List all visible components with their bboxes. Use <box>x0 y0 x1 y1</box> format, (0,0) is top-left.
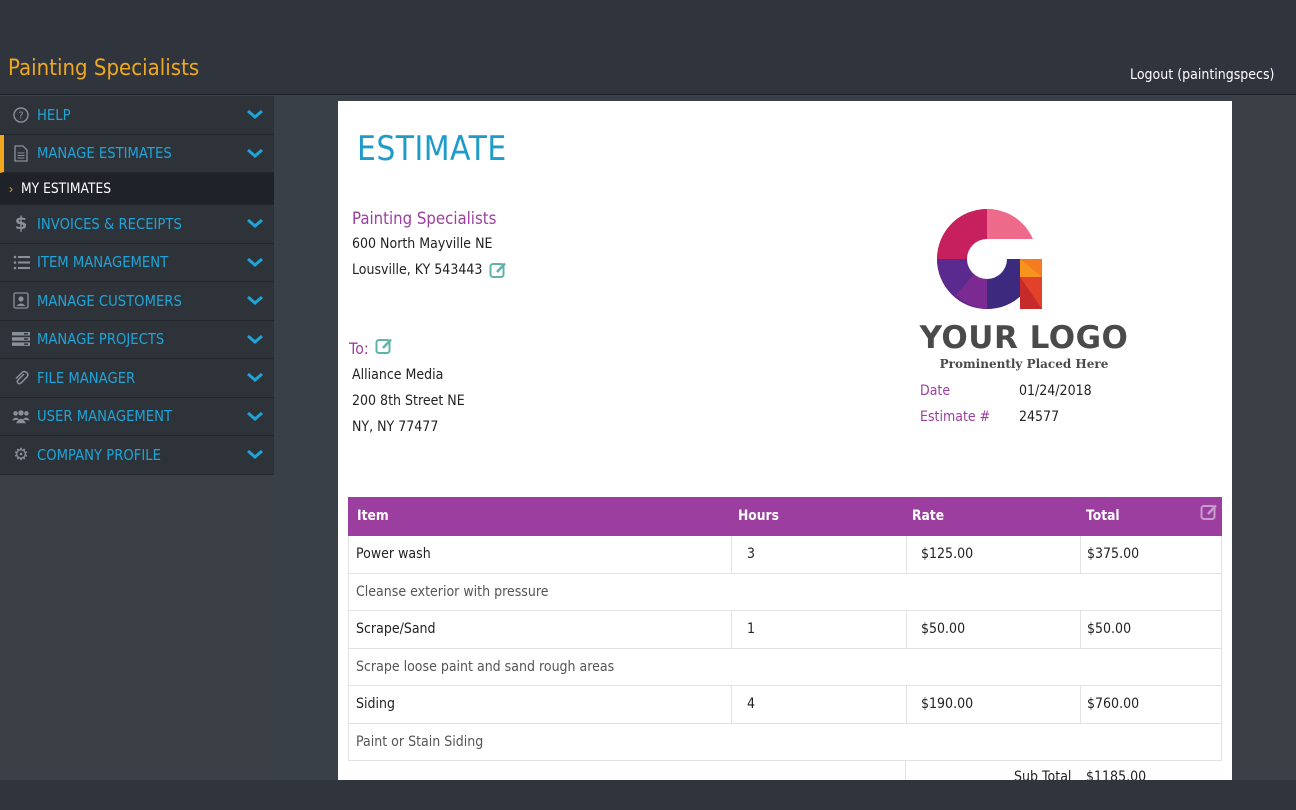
edit-icon[interactable] <box>1200 503 1218 521</box>
chevron-down-icon[interactable] <box>246 370 264 384</box>
sidebar-item-label: MANAGE PROJECTS <box>37 330 165 349</box>
table-row[interactable]: Scrape/Sand 1 $50.00 $50.00 <box>348 611 1222 649</box>
client-address-line1: 200 8th Street NE <box>352 393 465 409</box>
client-name: Alliance Media <box>352 367 444 383</box>
chevron-down-icon[interactable] <box>246 216 264 230</box>
sidebar-item-label: FILE MANAGER <box>37 368 136 387</box>
sidebar-subitem-my-estimates[interactable]: › MY ESTIMATES <box>0 173 274 205</box>
item-description: Scrape loose paint and sand rough areas <box>356 658 615 675</box>
help-circle-icon: ? <box>12 106 30 124</box>
sidebar-item-label: MANAGE CUSTOMERS <box>37 291 182 310</box>
subtotal-label: Sub Total <box>1014 769 1072 780</box>
estimate-number-value: 24577 <box>1019 409 1060 425</box>
to-label: To: <box>349 339 369 358</box>
table-row-description[interactable]: Paint or Stain Siding <box>348 723 1222 761</box>
company-address-line1: 600 North Mayville NE <box>352 236 493 252</box>
item-hours: 1 <box>747 621 756 637</box>
sidebar-item-label: COMPANY PROFILE <box>37 445 161 464</box>
header-hours: Hours <box>738 508 779 524</box>
table-row-description[interactable]: Scrape loose paint and sand rough areas <box>348 648 1222 686</box>
item-description: Paint or Stain Siding <box>356 733 484 750</box>
estimate-title: ESTIMATE <box>357 129 507 169</box>
table-row-description[interactable]: Cleanse exterior with pressure <box>348 573 1222 611</box>
header-item: Item <box>357 508 389 524</box>
sidebar-item-item-management[interactable]: ITEM MANAGEMENT <box>0 243 274 282</box>
item-hours: 3 <box>747 546 756 562</box>
sidebar-item-invoices-receipts[interactable]: $ INVOICES & RECEIPTS <box>0 205 274 244</box>
subtotal-value: $1185.00 <box>1086 769 1147 780</box>
customer-card-icon <box>12 292 30 310</box>
header-total: Total <box>1086 508 1120 524</box>
sidebar-item-file-manager[interactable]: FILE MANAGER <box>0 359 274 398</box>
item-name: Siding <box>356 696 395 712</box>
sidebar-item-label: ITEM MANAGEMENT <box>37 253 169 272</box>
item-total: $50.00 <box>1087 621 1132 637</box>
sidebar-subitem-label: MY ESTIMATES <box>21 180 112 197</box>
dollar-icon: $ <box>14 213 28 235</box>
sidebar-item-help[interactable]: ? HELP <box>0 96 274 135</box>
chevron-down-icon[interactable] <box>246 332 264 346</box>
item-rate: $190.00 <box>921 696 974 712</box>
document-icon <box>12 144 30 162</box>
estimate-document: ESTIMATE Painting Specialists 600 North … <box>338 101 1232 780</box>
bottom-bar <box>0 780 1296 810</box>
item-total: $375.00 <box>1087 546 1140 562</box>
item-hours: 4 <box>747 696 756 712</box>
edit-icon[interactable] <box>489 261 507 279</box>
estimate-items-table: Item Hours Rate Total Power wash 3 $125.… <box>348 497 1222 780</box>
list-icon <box>12 253 30 271</box>
chevron-down-icon[interactable] <box>246 107 264 121</box>
chevron-down-icon[interactable] <box>246 447 264 461</box>
sidebar-item-manage-estimates[interactable]: MANAGE ESTIMATES <box>0 134 274 173</box>
right-gutter <box>1232 96 1296 780</box>
logo-text: YOUR LOGO <box>919 320 1129 356</box>
table-row[interactable]: Power wash 3 $125.00 $375.00 <box>348 536 1222 574</box>
sidebar: ? HELP MANAGE ESTIMATES › MY ESTIMATES $… <box>0 96 274 780</box>
item-description: Cleanse exterior with pressure <box>356 583 549 600</box>
chevron-right-icon: › <box>9 181 13 196</box>
paperclip-icon <box>12 369 30 387</box>
app-brand[interactable]: Painting Specialists <box>8 56 199 81</box>
table-row[interactable]: Siding 4 $190.00 $760.00 <box>348 686 1222 724</box>
projects-icon <box>12 330 30 348</box>
logout-link[interactable]: Logout (paintingspecs) <box>1130 67 1274 83</box>
item-rate: $50.00 <box>921 621 966 637</box>
table-header: Item Hours Rate Total <box>348 497 1222 536</box>
sidebar-item-label: HELP <box>37 105 71 124</box>
gear-icon: ⚙ <box>13 444 29 464</box>
header-rate: Rate <box>912 508 945 524</box>
item-name: Scrape/Sand <box>356 621 436 637</box>
sidebar-menu: ? HELP MANAGE ESTIMATES › MY ESTIMATES $… <box>0 96 274 475</box>
item-name: Power wash <box>356 546 431 562</box>
chevron-down-icon[interactable] <box>246 146 264 160</box>
sidebar-item-user-management[interactable]: USER MANAGEMENT <box>0 397 274 436</box>
users-icon <box>12 407 30 425</box>
company-address-line2: Lousville, KY 543443 <box>352 262 483 278</box>
chevron-down-icon[interactable] <box>246 409 264 423</box>
logo-tagline: Prominently Placed Here <box>939 357 1109 371</box>
sidebar-item-label: INVOICES & RECEIPTS <box>37 214 182 233</box>
top-bar: Painting Specialists Logout (paintingspe… <box>0 0 1296 95</box>
chevron-down-icon[interactable] <box>246 255 264 269</box>
chevron-down-icon[interactable] <box>246 293 264 307</box>
sidebar-item-company-profile[interactable]: ⚙ COMPANY PROFILE <box>0 436 274 475</box>
sidebar-item-label: USER MANAGEMENT <box>37 407 173 426</box>
estimate-number-label: Estimate # <box>920 409 991 425</box>
sidebar-item-manage-customers[interactable]: MANAGE CUSTOMERS <box>0 282 274 321</box>
item-rate: $125.00 <box>921 546 974 562</box>
date-label: Date <box>920 383 951 399</box>
subtotal-row: Sub Total $1185.00 <box>348 761 1222 780</box>
client-address-line2: NY, NY 77477 <box>352 419 439 435</box>
date-value: 01/24/2018 <box>1019 383 1092 399</box>
svg-text:?: ? <box>18 110 23 121</box>
company-name: Painting Specialists <box>352 209 497 229</box>
sidebar-item-manage-projects[interactable]: MANAGE PROJECTS <box>0 320 274 359</box>
sidebar-item-label: MANAGE ESTIMATES <box>37 144 172 163</box>
edit-icon[interactable] <box>375 337 393 355</box>
item-total: $760.00 <box>1087 696 1140 712</box>
